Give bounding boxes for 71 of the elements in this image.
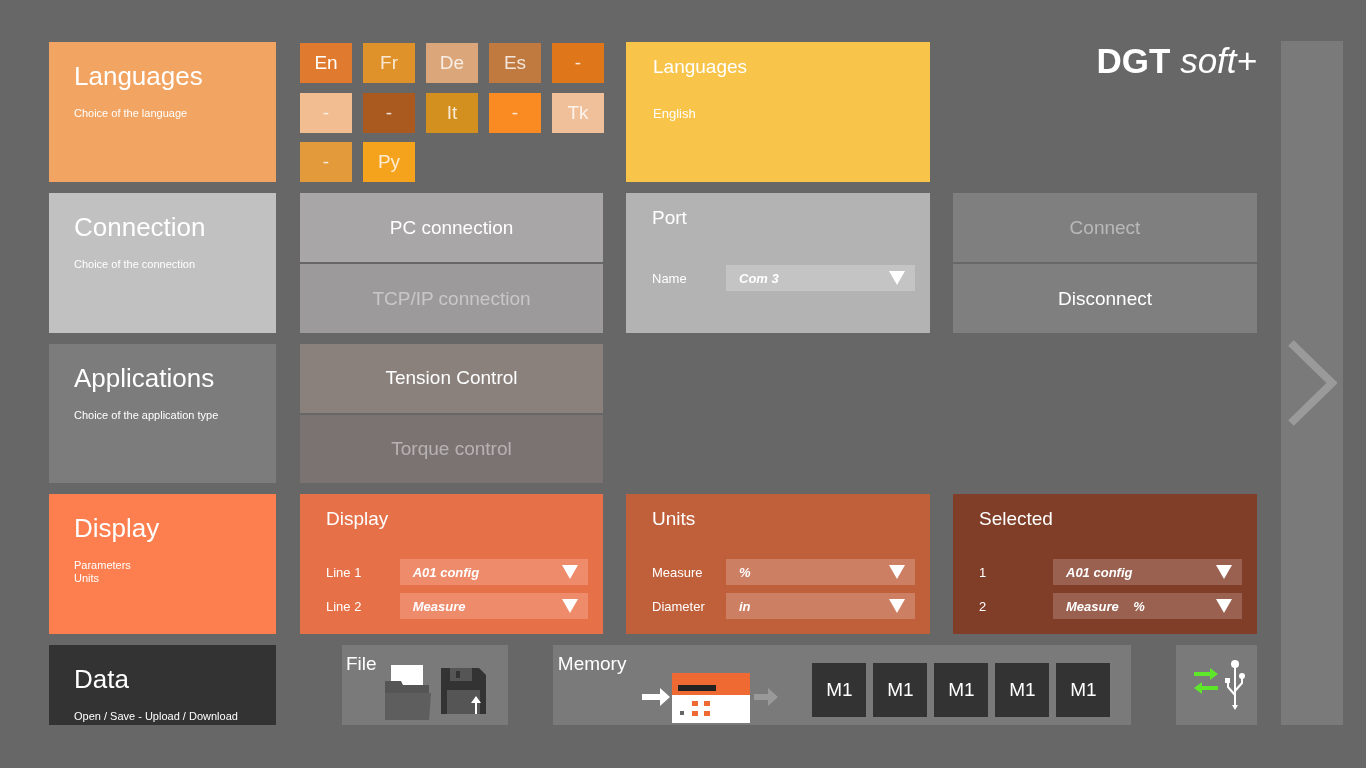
- dropdown-field[interactable]: Measure: [399, 593, 588, 619]
- panel-title: Units: [652, 507, 697, 531]
- field-label: 1: [979, 564, 988, 580]
- dropdown-field[interactable]: Measure %: [1053, 593, 1242, 619]
- dropdown-arrow-icon: [889, 271, 905, 285]
- save-icon[interactable]: [440, 668, 487, 716]
- language-tile[interactable]: Es: [489, 43, 541, 83]
- section-description: Choice of the application type: [74, 409, 220, 422]
- language-tile[interactable]: -: [300, 142, 352, 182]
- language-tile[interactable]: It: [426, 92, 478, 133]
- panel-title: Languages: [653, 56, 749, 78]
- dropdown-field[interactable]: %: [726, 559, 915, 585]
- current-language: English: [653, 106, 697, 121]
- dropdown-field[interactable]: A01 config: [1053, 559, 1242, 585]
- field-label: Line 1: [326, 564, 363, 580]
- memory-slot[interactable]: M1: [873, 663, 928, 717]
- section-title: Display: [74, 512, 161, 545]
- panel-title: Port: [652, 206, 688, 230]
- section-tile[interactable]: Languages Choice of the language: [49, 42, 276, 182]
- language-tile[interactable]: Tk: [552, 92, 604, 133]
- section-description: Choice of the language: [74, 107, 189, 120]
- dropdown-arrow-icon: [562, 599, 578, 613]
- language-tile[interactable]: -: [489, 92, 541, 133]
- field-label: Diameter: [652, 598, 706, 614]
- section-title: Connection: [74, 211, 207, 244]
- panel-title: File: [346, 653, 377, 675]
- connection-option[interactable]: PC connection: [300, 193, 603, 262]
- panel-title: Display: [326, 507, 390, 531]
- memory-slot[interactable]: M1: [1056, 663, 1111, 717]
- language-tile[interactable]: En: [300, 43, 352, 83]
- dropdown-arrow-icon: [562, 565, 578, 579]
- usb-transfer-button[interactable]: [1176, 645, 1257, 725]
- field-label: 2: [979, 598, 988, 614]
- memory-slot[interactable]: M1: [812, 663, 867, 717]
- dropdown-arrow-icon: [889, 599, 905, 613]
- language-tile[interactable]: -: [363, 92, 415, 133]
- application-option[interactable]: Torque control: [300, 414, 603, 483]
- dropdown-arrow-icon: [889, 565, 905, 579]
- connection-button[interactable]: Disconnect: [953, 264, 1257, 333]
- panel-title: Memory: [557, 653, 627, 675]
- open-folder-icon[interactable]: [382, 665, 433, 720]
- section-title: Data: [74, 663, 130, 696]
- dropdown-field[interactable]: in: [726, 593, 915, 619]
- section-tile[interactable]: Connection Choice of the connection: [49, 193, 276, 333]
- language-tile[interactable]: -: [552, 43, 604, 83]
- dropdown-field[interactable]: A01 config: [399, 559, 588, 585]
- dropdown-arrow-icon: [1216, 599, 1232, 613]
- language-tile[interactable]: Py: [363, 142, 415, 182]
- language-tile[interactable]: Fr: [363, 43, 415, 83]
- language-tile[interactable]: De: [426, 43, 478, 83]
- memory-slot[interactable]: M1: [934, 663, 989, 717]
- application-option[interactable]: Tension Control: [300, 344, 603, 413]
- section-description: Choice of the connection: [74, 258, 197, 271]
- section-description: Units: [74, 572, 101, 585]
- chevron-right-icon: [1287, 340, 1337, 426]
- section-title: Applications: [74, 362, 216, 395]
- language-tile[interactable]: -: [300, 92, 352, 133]
- dropdown-field[interactable]: Com 3: [726, 265, 915, 291]
- dropdown-arrow-icon: [1216, 565, 1232, 579]
- logo: DGT soft+: [1096, 44, 1257, 82]
- field-label: Measure: [652, 564, 704, 580]
- section-tile[interactable]: Display Parameters Units: [49, 494, 276, 634]
- section-description: Open / Save - Upload / Download: [74, 710, 239, 723]
- field-label: Line 2: [326, 598, 363, 614]
- field-label: Name: [652, 270, 688, 286]
- section-title: Languages: [74, 60, 204, 93]
- section-description: Parameters: [74, 559, 132, 572]
- section-tile[interactable]: Data Open / Save - Upload / Download: [49, 645, 276, 725]
- memory-slot[interactable]: M1: [995, 663, 1050, 717]
- section-tile[interactable]: Applications Choice of the application type: [49, 344, 276, 483]
- panel-title: Selected: [979, 507, 1054, 531]
